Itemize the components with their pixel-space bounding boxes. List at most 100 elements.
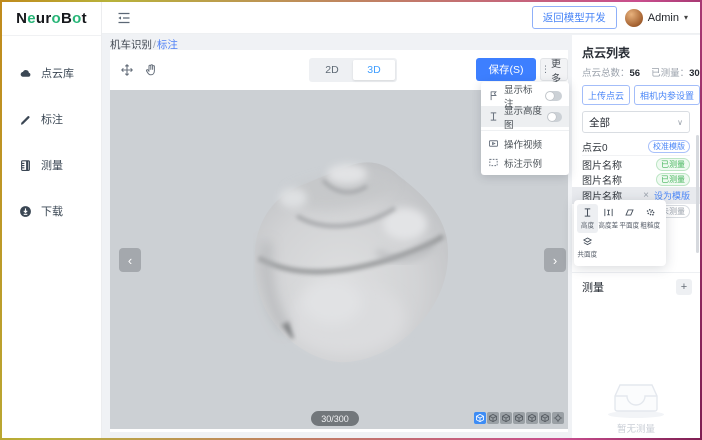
sidebar-item-measure[interactable]: 测量 bbox=[2, 142, 101, 188]
toggle-3d[interactable]: 3D bbox=[353, 60, 395, 80]
topbar: 返回模型开发 Admin ▾ bbox=[102, 2, 700, 34]
download-icon bbox=[19, 205, 32, 218]
total-value: 56 bbox=[630, 68, 641, 79]
filter-value: 全部 bbox=[589, 115, 610, 130]
more-label: 更多 bbox=[551, 55, 567, 85]
ibeam-icon bbox=[488, 111, 499, 122]
save-button[interactable]: 保存(S) bbox=[476, 58, 536, 81]
next-image-button[interactable]: › bbox=[544, 248, 566, 272]
avatar bbox=[625, 9, 643, 27]
tool-height-diff[interactable]: 高度差 bbox=[598, 204, 619, 233]
tool-height[interactable]: 高度 bbox=[577, 204, 598, 233]
view-cube-button[interactable] bbox=[526, 412, 538, 424]
height-diff-icon bbox=[603, 207, 614, 218]
logo-letter: N bbox=[16, 10, 27, 27]
logo-letter: ur bbox=[36, 10, 52, 27]
sidebar-nav: 点云库 标注 测量 下载 bbox=[2, 50, 101, 234]
panel-content: 点云列表 点云总数：56 已测量：30 上传点云 相机内参设置 全部 ∨ 点云0… bbox=[572, 35, 700, 219]
coplanarity-icon bbox=[582, 236, 593, 247]
user-menu[interactable]: Admin ▾ bbox=[625, 9, 688, 27]
tool-label: 高度 bbox=[581, 220, 594, 230]
app-window: NeuroBot 点云库 标注 测量 下载 返回模型开发 bbox=[2, 2, 700, 438]
viewer-card: 2D 3D 保存(S) ⋮ 更多 bbox=[110, 50, 568, 432]
show-annotation-toggle-off[interactable] bbox=[545, 91, 562, 101]
more-button[interactable]: ⋮ 更多 bbox=[540, 58, 568, 81]
sidebar-item-pointcloud-library[interactable]: 点云库 bbox=[2, 50, 101, 96]
menu-item-show-heightmap[interactable]: 显示高度图 bbox=[481, 106, 569, 127]
back-to-model-dev-button[interactable]: 返回模型开发 bbox=[532, 6, 617, 29]
panel-divider bbox=[572, 272, 700, 273]
logo-letter: t bbox=[82, 10, 87, 27]
collapse-menu-icon[interactable] bbox=[116, 12, 132, 24]
sidebar-item-label: 标注 bbox=[41, 111, 63, 127]
app-logo: NeuroBot bbox=[2, 2, 101, 36]
camera-intrinsics-button[interactable]: 相机内参设置 bbox=[634, 85, 700, 105]
panel-scrollbar[interactable] bbox=[696, 135, 699, 253]
menu-item-label: 显示高度图 bbox=[504, 103, 542, 131]
menu-item-label: 标注示例 bbox=[504, 156, 542, 170]
tool-coplanarity[interactable]: 共面度 bbox=[577, 233, 598, 262]
menu-item-annotation-example[interactable]: 标注示例 bbox=[481, 153, 569, 172]
chevron-down-icon: ▾ bbox=[684, 13, 688, 22]
total-label: 点云总数： bbox=[582, 68, 630, 79]
filter-select[interactable]: 全部 ∨ bbox=[582, 111, 690, 133]
chevron-down-icon: ∨ bbox=[677, 118, 683, 127]
tool-flatness[interactable]: 平面度 bbox=[619, 204, 640, 233]
panel-buttons: 上传点云 相机内参设置 bbox=[582, 85, 690, 105]
item-name: 图片名称 bbox=[582, 157, 622, 172]
height-icon bbox=[582, 207, 593, 218]
total-stat: 点云总数：56 bbox=[582, 65, 640, 79]
measure-tools-popup: 高度 高度差 平面度 粗糙度 共面度 bbox=[574, 200, 666, 266]
sidebar: NeuroBot 点云库 标注 测量 下载 bbox=[2, 2, 102, 438]
upload-pointcloud-button[interactable]: 上传点云 bbox=[582, 85, 630, 105]
tool-label: 共面度 bbox=[578, 249, 598, 259]
logo-letter: B bbox=[61, 10, 72, 27]
tooth-3d-model bbox=[227, 132, 467, 372]
logo-gear-letter: e bbox=[27, 10, 36, 27]
sidebar-item-label: 点云库 bbox=[41, 65, 74, 81]
measured-stat: 已测量：30 bbox=[651, 65, 700, 79]
item-name: 图片名称 bbox=[582, 172, 622, 187]
empty-text: 暂无测量 bbox=[572, 421, 700, 435]
menu-item-operation-video[interactable]: 操作视频 bbox=[481, 134, 569, 153]
dashed-frame-icon bbox=[488, 157, 499, 168]
measured-badge: 已测量 bbox=[656, 173, 690, 186]
toggle-2d[interactable]: 2D bbox=[311, 60, 353, 80]
sidebar-item-download[interactable]: 下载 bbox=[2, 188, 101, 234]
list-item[interactable]: 点云0 校准模版 bbox=[582, 138, 690, 156]
logo-gear-letter: o bbox=[72, 10, 81, 27]
topbar-right: 返回模型开发 Admin ▾ bbox=[532, 6, 688, 29]
tool-label: 平面度 bbox=[620, 220, 640, 230]
menu-item-label: 操作视频 bbox=[504, 137, 542, 151]
add-measure-button[interactable]: + bbox=[676, 279, 692, 295]
list-item[interactable]: 图片名称 已测量 bbox=[582, 157, 690, 172]
pan-move-icon[interactable] bbox=[120, 63, 134, 77]
view-cube-button-active[interactable] bbox=[474, 412, 486, 424]
show-heightmap-toggle-off[interactable] bbox=[547, 112, 562, 122]
measured-value: 30 bbox=[689, 68, 700, 79]
empty-box-icon bbox=[612, 382, 660, 414]
view-cube-button[interactable] bbox=[487, 412, 499, 424]
ruler-icon bbox=[19, 159, 32, 172]
list-item[interactable]: 图片名称 已测量 bbox=[582, 172, 690, 187]
panel-stats: 点云总数：56 已测量：30 bbox=[582, 65, 690, 79]
pointcloud-panel: 点云列表 点云总数：56 已测量：30 上传点云 相机内参设置 全部 ∨ 点云0… bbox=[572, 35, 700, 438]
view-cube-bar bbox=[474, 412, 564, 424]
view-mode-toggle: 2D 3D bbox=[309, 58, 397, 82]
view-cube-button[interactable] bbox=[539, 412, 551, 424]
view-cube-button[interactable] bbox=[500, 412, 512, 424]
view-cube-button[interactable] bbox=[513, 412, 525, 424]
flag-icon bbox=[488, 90, 499, 101]
sidebar-item-label: 测量 bbox=[41, 157, 63, 173]
measured-badge: 已测量 bbox=[656, 158, 690, 171]
measure-title: 测量 bbox=[582, 279, 604, 295]
tool-roughness[interactable]: 粗糙度 bbox=[640, 204, 661, 233]
prev-image-button[interactable]: ‹ bbox=[119, 248, 141, 272]
measured-label: 已测量： bbox=[651, 68, 689, 79]
panel-title: 点云列表 bbox=[582, 44, 690, 61]
hand-drag-icon[interactable] bbox=[144, 63, 158, 77]
sidebar-item-annotate[interactable]: 标注 bbox=[2, 96, 101, 142]
pen-icon bbox=[19, 113, 32, 126]
vertical-dots-icon: ⋮ bbox=[541, 64, 550, 75]
locate-icon[interactable] bbox=[552, 412, 564, 424]
